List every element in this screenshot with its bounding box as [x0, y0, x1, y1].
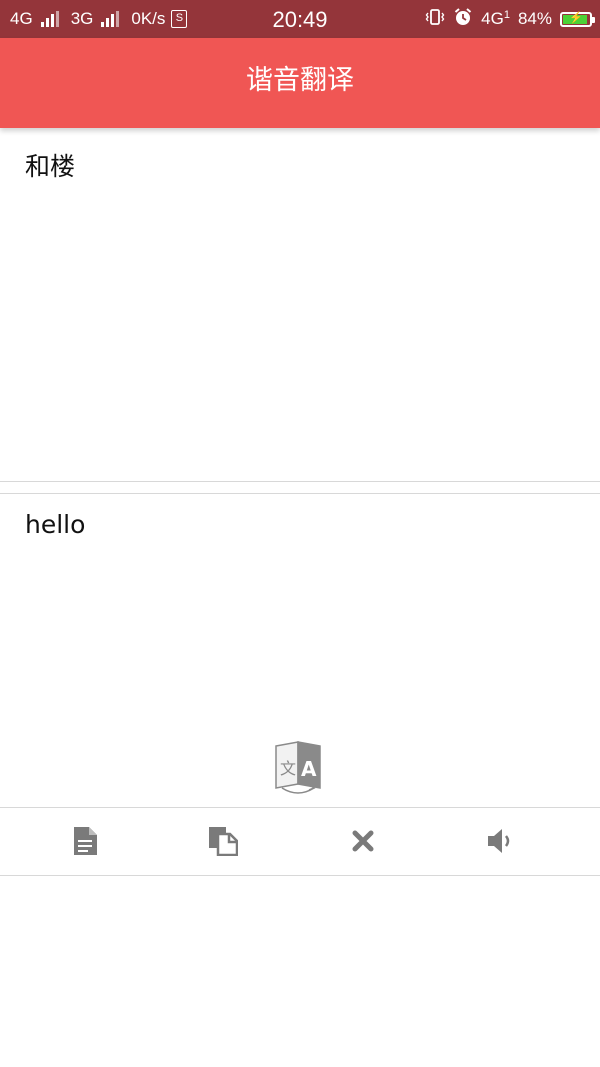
translation-output: hello	[25, 510, 86, 539]
action-toolbar	[0, 807, 600, 876]
output-area: hello 文 A	[0, 493, 600, 808]
app-bar: 谐音翻译	[0, 38, 600, 128]
copy-button[interactable]	[148, 807, 298, 875]
clear-button[interactable]	[288, 807, 438, 875]
page-title: 谐音翻译	[246, 65, 354, 96]
network-type-3: 4G 1	[481, 9, 510, 28]
svg-text:A: A	[301, 757, 317, 781]
clear-icon	[352, 830, 374, 852]
document-icon	[74, 827, 97, 855]
copy-icon	[209, 827, 238, 856]
document-button[interactable]	[10, 807, 160, 875]
status-right: 4G 1 84% ⚡	[425, 0, 595, 38]
input-area[interactable]: 和楼	[0, 131, 600, 482]
vibrate-icon	[425, 7, 445, 32]
speaker-icon	[488, 829, 510, 853]
alarm-icon	[453, 7, 473, 32]
battery-percent: 84%	[517, 9, 552, 28]
translate-button[interactable]: 文 A	[272, 738, 324, 796]
svg-text:文: 文	[280, 759, 296, 778]
source-text-input[interactable]: 和楼	[25, 147, 75, 183]
battery-charging-icon: ⚡	[560, 11, 595, 27]
status-bar: 4G 3G 0K/s S 20:49 4G 1 84% ⚡	[0, 0, 600, 38]
translate-icon: 文 A	[275, 741, 321, 794]
speak-button[interactable]	[426, 807, 576, 875]
